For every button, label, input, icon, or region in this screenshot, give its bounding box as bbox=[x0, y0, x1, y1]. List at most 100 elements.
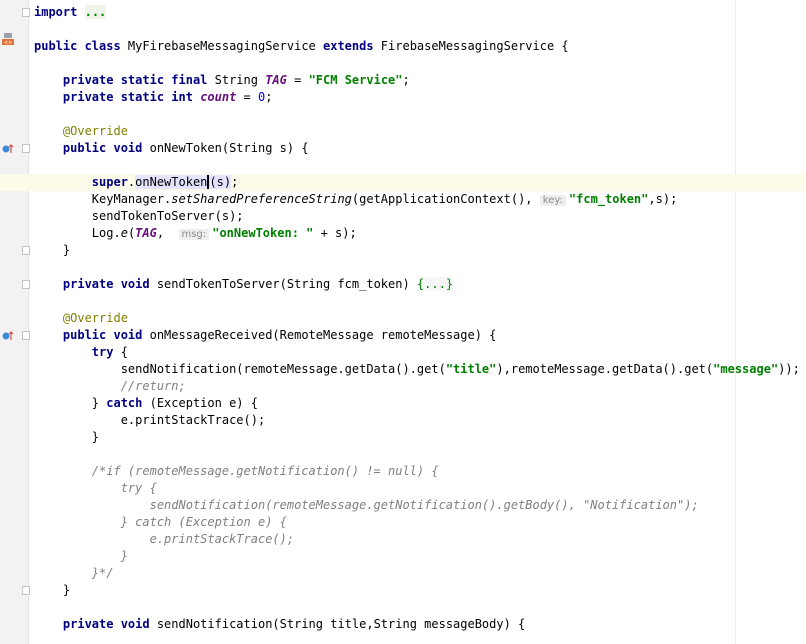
code-token: private void bbox=[62, 617, 157, 631]
code-token: String bbox=[214, 73, 266, 87]
code-token: public class bbox=[34, 39, 128, 53]
code-token: "fcm_token" bbox=[568, 192, 649, 206]
code-line[interactable]: } bbox=[34, 242, 806, 259]
code-line[interactable]: @Override bbox=[34, 123, 806, 140]
code-line[interactable]: } bbox=[34, 548, 806, 565]
code-token: ; bbox=[231, 175, 239, 189]
code-token: /*if (remoteMessage.getNotification() !=… bbox=[91, 464, 439, 478]
code-line[interactable]: } bbox=[34, 429, 806, 446]
code-token: try { bbox=[120, 481, 157, 495]
code-line[interactable]: private void sendNotification(String tit… bbox=[34, 616, 806, 633]
code-line[interactable] bbox=[34, 106, 806, 123]
code-token: sendNotification(remoteMessage.getData()… bbox=[34, 362, 446, 376]
folded-code-block[interactable]: {...} bbox=[416, 277, 454, 291]
code-line[interactable] bbox=[34, 293, 806, 310]
code-token: sendTokenToServer(s); bbox=[34, 209, 244, 223]
fold-toggle-icon[interactable] bbox=[22, 144, 30, 153]
code-token: (getApplicationContext(), bbox=[351, 192, 540, 206]
code-token: sendNotification(remoteMessage.getNotifi… bbox=[149, 498, 699, 512]
code-line[interactable]: public void onNewToken(String s) { bbox=[34, 140, 806, 157]
code-line[interactable] bbox=[34, 21, 806, 38]
code-token: private static final bbox=[62, 73, 215, 87]
android-class-icon[interactable]: <> bbox=[1, 32, 15, 48]
code-line[interactable]: private static final String TAG = "FCM S… bbox=[34, 72, 806, 89]
code-token: setSharedPreferenceString bbox=[171, 192, 352, 206]
code-line[interactable]: sendNotification(remoteMessage.getData()… bbox=[34, 361, 806, 378]
code-token: { bbox=[120, 345, 128, 359]
code-line[interactable]: sendNotification(remoteMessage.getNotifi… bbox=[34, 497, 806, 514]
parameter-hint: msg: bbox=[178, 229, 210, 240]
code-token: ; bbox=[265, 90, 273, 104]
code-line[interactable]: private void sendTokenToServer(String fc… bbox=[34, 276, 806, 293]
override-method-icon[interactable] bbox=[2, 331, 14, 343]
code-line[interactable] bbox=[34, 259, 806, 276]
code-line[interactable] bbox=[34, 55, 806, 72]
code-token: } bbox=[34, 396, 107, 410]
code-line[interactable]: import ... bbox=[34, 4, 806, 21]
code-line[interactable] bbox=[34, 446, 806, 463]
code-token: } bbox=[34, 430, 100, 444]
code-token: + s); bbox=[313, 226, 357, 240]
code-token: e.printStackTrace(); bbox=[34, 413, 266, 427]
fold-toggle-icon[interactable] bbox=[22, 331, 30, 340]
code-line[interactable]: }*/ bbox=[34, 565, 806, 582]
override-method-icon[interactable] bbox=[2, 144, 14, 156]
code-line[interactable]: e.printStackTrace(); bbox=[34, 412, 806, 429]
code-token: }*/ bbox=[91, 566, 114, 580]
code-line[interactable]: try { bbox=[34, 480, 806, 497]
code-token: ... bbox=[84, 5, 107, 19]
code-line[interactable]: } catch (Exception e) { bbox=[34, 395, 806, 412]
code-line[interactable]: super.onNewToken (s); bbox=[0, 174, 806, 191]
code-line[interactable]: Log.e(TAG, msg: "onNewToken: " + s); bbox=[34, 225, 806, 242]
fold-toggle-icon[interactable] bbox=[22, 280, 30, 289]
code-token: try bbox=[91, 345, 121, 359]
code-line[interactable]: private static int count = 0; bbox=[34, 89, 806, 106]
code-token: } bbox=[120, 549, 128, 563]
code-token: MyFirebaseMessagingService bbox=[127, 39, 323, 53]
code-line[interactable]: e.printStackTrace(); bbox=[34, 531, 806, 548]
code-line[interactable]: } catch (Exception e) { bbox=[34, 514, 806, 531]
svg-text:<>: <> bbox=[4, 40, 12, 46]
code-line[interactable] bbox=[34, 599, 806, 616]
code-editor[interactable]: import ... public class MyFirebaseMessag… bbox=[0, 4, 806, 633]
fold-toggle-icon[interactable] bbox=[22, 586, 30, 595]
code-line[interactable]: sendTokenToServer(s); bbox=[34, 208, 806, 225]
code-token: extends bbox=[323, 39, 381, 53]
code-token: super bbox=[91, 175, 128, 189]
code-token: //return; bbox=[120, 379, 186, 393]
code-token: sendNotification(String title,String mes… bbox=[156, 617, 526, 631]
code-token: public void bbox=[62, 328, 150, 342]
code-token: } catch (Exception e) { bbox=[120, 515, 287, 529]
code-token: KeyManager. bbox=[34, 192, 172, 206]
code-line[interactable] bbox=[34, 157, 806, 174]
fold-toggle-icon[interactable] bbox=[22, 8, 30, 17]
code-token: import bbox=[34, 5, 78, 19]
code-token: private static int bbox=[62, 90, 201, 104]
code-token: TAG bbox=[135, 226, 157, 240]
code-token: e bbox=[120, 226, 128, 240]
code-line[interactable]: @Override bbox=[34, 310, 806, 327]
code-line[interactable]: } bbox=[34, 582, 806, 599]
code-line[interactable]: KeyManager.setSharedPreferenceString(get… bbox=[34, 191, 806, 208]
code-line[interactable]: /*if (remoteMessage.getNotification() !=… bbox=[34, 463, 806, 480]
code-token: "FCM Service" bbox=[308, 73, 403, 87]
code-line[interactable]: try { bbox=[34, 344, 806, 361]
code-line[interactable]: public class MyFirebaseMessagingService … bbox=[34, 38, 806, 55]
code-token: TAG bbox=[265, 73, 287, 87]
code-line[interactable]: public void onMessageReceived(RemoteMess… bbox=[34, 327, 806, 344]
code-token: (Exception e) { bbox=[149, 396, 258, 410]
fold-toggle-icon[interactable] bbox=[22, 246, 30, 255]
code-line[interactable]: //return; bbox=[34, 378, 806, 395]
code-token: } bbox=[34, 243, 71, 257]
